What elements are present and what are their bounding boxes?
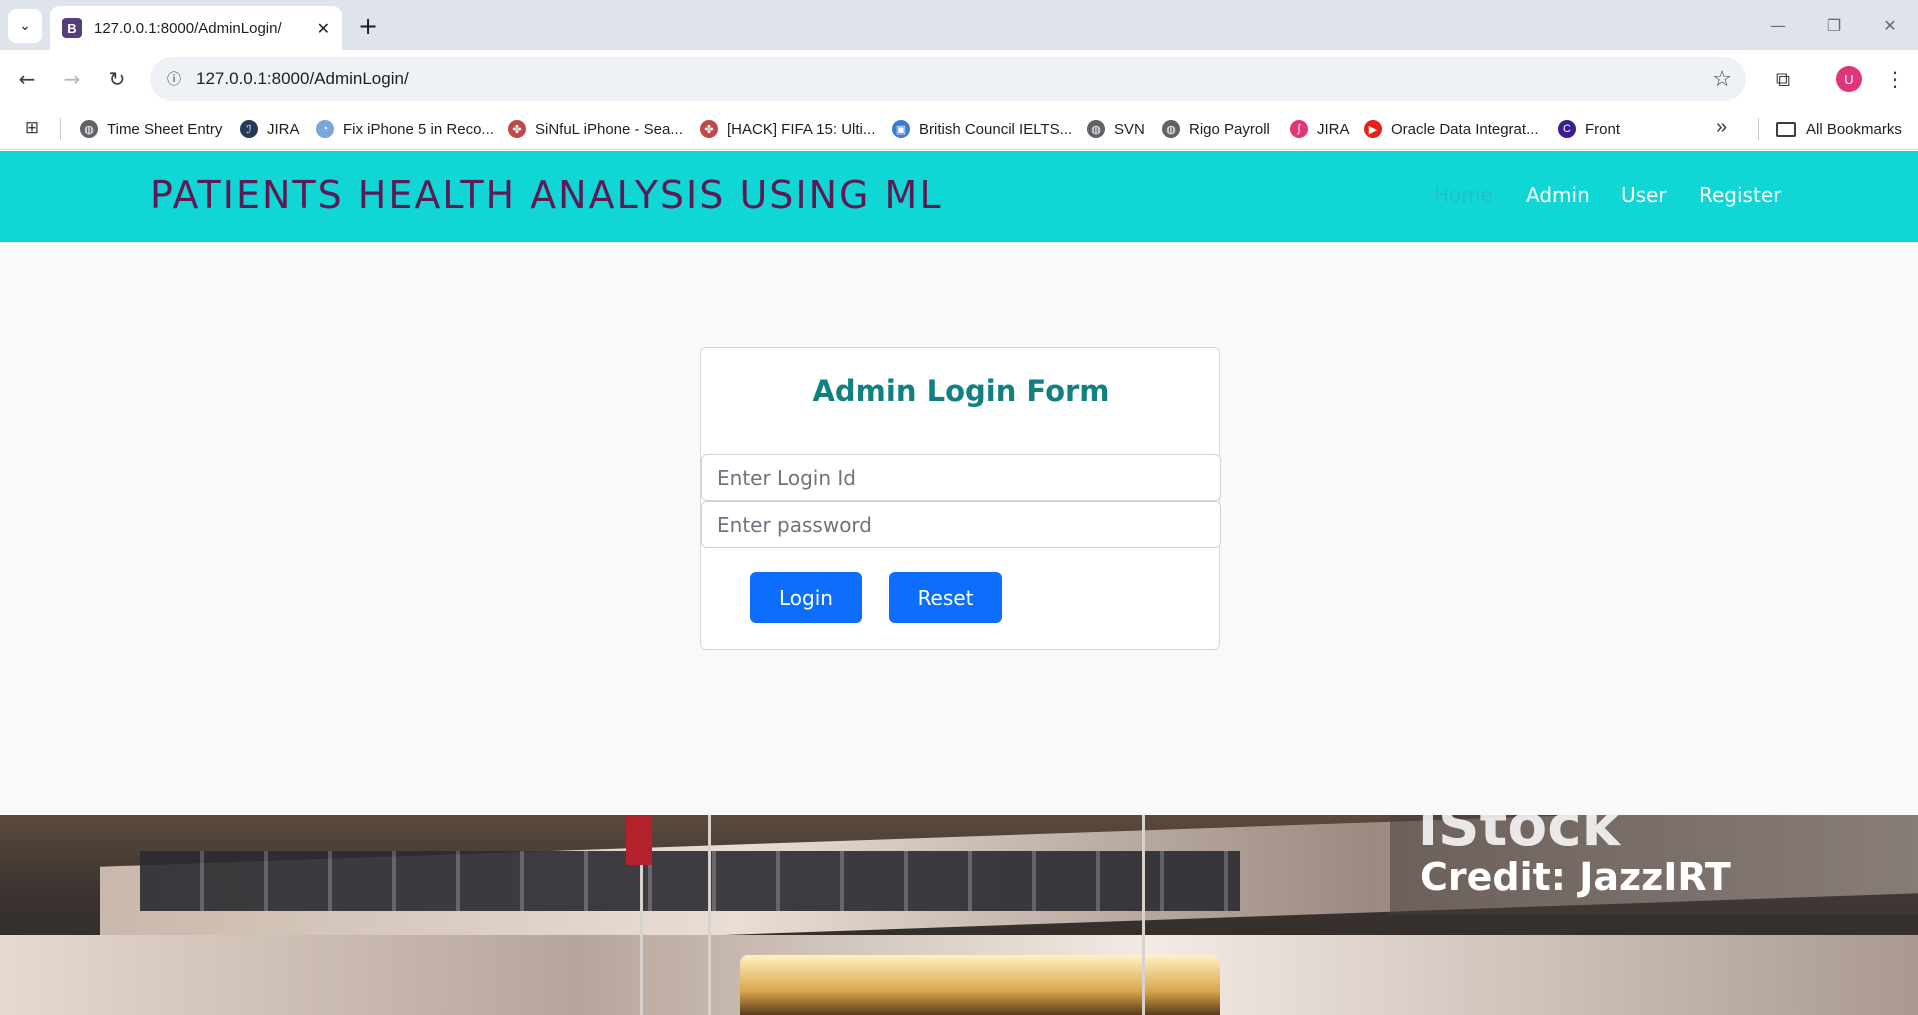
nav-user[interactable]: User bbox=[1621, 183, 1667, 207]
login-id-input[interactable] bbox=[701, 454, 1221, 501]
apps-grid-icon[interactable]: ⊞ bbox=[22, 118, 42, 138]
youtube-icon: ▶ bbox=[1364, 120, 1382, 138]
nav-admin[interactable]: Admin bbox=[1526, 183, 1590, 207]
back-arrow-icon[interactable]: ← bbox=[10, 62, 44, 96]
close-window-icon[interactable]: ✕ bbox=[1870, 10, 1910, 40]
nav-home[interactable]: Home bbox=[1434, 183, 1493, 207]
restore-icon[interactable]: ❐ bbox=[1814, 10, 1854, 40]
bootstrap-favicon-icon: B bbox=[62, 18, 82, 38]
close-tab-icon[interactable]: ✕ bbox=[317, 19, 330, 38]
flag-pole bbox=[708, 815, 711, 1015]
browser-toolbar: ← → ↻ ⓘ 127.0.0.1:8000/AdminLogin/ ☆ ⧉ U… bbox=[0, 50, 1918, 107]
browser-tab-strip: ⌄ B 127.0.0.1:8000/AdminLogin/ ✕ + — ❐ ✕ bbox=[0, 0, 1918, 50]
photo-credit: Credit: JazzIRT bbox=[1420, 855, 1731, 899]
bookmark-label: Oracle Data Integrat... bbox=[1391, 120, 1539, 138]
bookmark-item[interactable]: ▣ British Council IELTS... bbox=[892, 116, 1072, 142]
browser-menu-icon[interactable]: ⋮ bbox=[1880, 62, 1910, 96]
bookmark-label: Rigo Payroll bbox=[1189, 120, 1270, 138]
flag bbox=[626, 815, 652, 865]
bookmark-item[interactable]: ∫ JIRA bbox=[1290, 116, 1350, 142]
password-input[interactable] bbox=[701, 501, 1221, 548]
site-header: PATIENTS HEALTH ANALYSIS USING ML Home A… bbox=[0, 151, 1918, 242]
bookmark-item[interactable]: C Front bbox=[1558, 116, 1620, 142]
jira-icon: ℐ bbox=[240, 120, 258, 138]
front-icon: C bbox=[1558, 120, 1576, 138]
bookmark-item[interactable]: ✤ SiNfuL iPhone - Sea... bbox=[508, 116, 683, 142]
bookmark-item[interactable]: ◍ SVN bbox=[1087, 116, 1145, 142]
bookmark-item[interactable]: ✤ [HACK] FIFA 15: Ulti... bbox=[700, 116, 875, 142]
drop-icon: ◔ bbox=[316, 120, 334, 138]
globe-icon: ◍ bbox=[80, 120, 98, 138]
form-title: Admin Login Form bbox=[812, 374, 1110, 408]
flag-pole bbox=[1142, 815, 1145, 1015]
forward-arrow-icon[interactable]: → bbox=[55, 62, 89, 96]
all-bookmarks-button[interactable]: All Bookmarks bbox=[1776, 116, 1902, 142]
url-text[interactable]: 127.0.0.1:8000/AdminLogin/ bbox=[196, 69, 1712, 89]
site-info-icon[interactable]: ⓘ bbox=[162, 67, 186, 91]
tab-search-button[interactable]: ⌄ bbox=[8, 9, 42, 43]
extensions-puzzle-icon[interactable]: ⧉ bbox=[1766, 62, 1800, 96]
admin-login-card: Admin Login Form Login Reset bbox=[700, 347, 1221, 650]
bookmark-label: JIRA bbox=[267, 120, 300, 138]
bookmark-star-icon[interactable]: ☆ bbox=[1712, 67, 1732, 92]
bookmark-label: [HACK] FIFA 15: Ulti... bbox=[727, 120, 876, 138]
bookmark-label: Front bbox=[1585, 120, 1621, 138]
bookmarks-bar: ⊞ ◍ Time Sheet Entry ℐ JIRA ◔ Fix iPhone 5 in… bbox=[0, 107, 1918, 150]
nav-register[interactable]: Register bbox=[1699, 183, 1781, 207]
reload-icon[interactable]: ↻ bbox=[100, 62, 134, 96]
bookmarks-divider bbox=[1758, 118, 1759, 140]
istock-watermark: iStock bbox=[1418, 815, 1621, 859]
pinwheel-icon: ✤ bbox=[700, 120, 718, 138]
minimize-icon[interactable]: — bbox=[1758, 10, 1798, 40]
hospital-hero-image: iStock Credit: JazzIRT bbox=[0, 815, 1918, 1015]
globe-icon: ◍ bbox=[1162, 120, 1180, 138]
building-windows bbox=[140, 851, 1240, 911]
bookmark-label: Fix iPhone 5 in Reco... bbox=[343, 120, 494, 138]
pinwheel-icon: ✤ bbox=[508, 120, 526, 138]
curve-icon: ∫ bbox=[1290, 120, 1308, 138]
browser-tab[interactable]: B 127.0.0.1:8000/AdminLogin/ ✕ bbox=[50, 6, 342, 50]
login-button[interactable]: Login bbox=[750, 572, 862, 623]
bookmark-label: Time Sheet Entry bbox=[107, 120, 223, 138]
bookmarks-divider bbox=[60, 118, 61, 140]
profile-avatar[interactable]: U bbox=[1836, 66, 1862, 92]
ors-icon: ▣ bbox=[892, 120, 910, 138]
new-tab-icon[interactable]: + bbox=[352, 10, 384, 42]
bookmark-label: SiNfuL iPhone - Sea... bbox=[535, 120, 683, 138]
bookmark-item[interactable]: ◍ Rigo Payroll bbox=[1162, 116, 1270, 142]
more-bookmarks-icon[interactable]: » bbox=[1716, 116, 1727, 139]
chevron-down-icon: ⌄ bbox=[19, 18, 31, 34]
bookmark-label: JIRA bbox=[1317, 120, 1350, 138]
entrance-canopy bbox=[740, 955, 1220, 1015]
bookmark-item[interactable]: ℐ JIRA bbox=[240, 116, 300, 142]
bookmark-label: British Council IELTS... bbox=[919, 120, 1073, 138]
bookmark-item[interactable]: ▶ Oracle Data Integrat... bbox=[1364, 116, 1539, 142]
bookmark-label: SVN bbox=[1114, 120, 1145, 138]
reset-button[interactable]: Reset bbox=[889, 572, 1002, 623]
bookmark-item[interactable]: ◔ Fix iPhone 5 in Reco... bbox=[316, 116, 494, 142]
bookmark-item[interactable]: ◍ Time Sheet Entry bbox=[80, 116, 222, 142]
address-bar[interactable]: ⓘ 127.0.0.1:8000/AdminLogin/ ☆ bbox=[150, 57, 1746, 101]
site-brand[interactable]: PATIENTS HEALTH ANALYSIS USING ML bbox=[150, 173, 943, 217]
tab-title: 127.0.0.1:8000/AdminLogin/ bbox=[94, 19, 282, 37]
folder-icon bbox=[1776, 121, 1796, 137]
globe-icon: ◍ bbox=[1087, 120, 1105, 138]
all-bookmarks-label: All Bookmarks bbox=[1806, 120, 1902, 138]
